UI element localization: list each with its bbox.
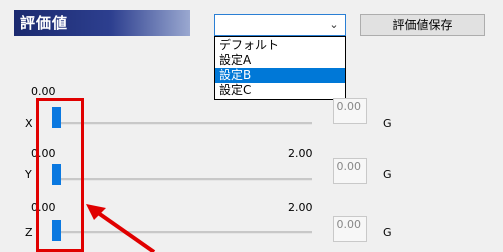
save-evaluation-button[interactable]: 評価値保存 xyxy=(360,14,485,36)
x-slider-track[interactable] xyxy=(52,122,312,125)
dropdown-option-setting-a[interactable]: 設定A xyxy=(215,53,345,68)
x-value-field[interactable]: 0.00 xyxy=(333,98,367,124)
x-axis-label: X xyxy=(25,117,33,130)
z-axis-label: Z xyxy=(25,226,33,239)
y-value-field[interactable]: 0.00 xyxy=(333,158,367,184)
y-slider-track[interactable] xyxy=(52,178,312,181)
x-unit-label: G xyxy=(383,117,392,130)
y-unit-label: G xyxy=(383,168,392,181)
dropdown-option-default[interactable]: デフォルト xyxy=(215,38,345,53)
z-value-field[interactable]: 0.00 xyxy=(333,216,367,242)
dropdown-option-setting-b[interactable]: 設定B xyxy=(215,68,345,83)
z-unit-label: G xyxy=(383,226,392,239)
y-axis-label: Y xyxy=(25,168,32,181)
annotation-arrow-icon xyxy=(86,204,156,252)
annotation-highlight-box xyxy=(36,98,84,252)
preset-dropdown[interactable]: ⌄ xyxy=(214,14,346,36)
z-max-label: 2.00 xyxy=(288,201,313,214)
dropdown-option-setting-c[interactable]: 設定C xyxy=(215,83,345,98)
dropdown-list: デフォルト 設定A 設定B 設定C xyxy=(214,36,346,100)
y-max-label: 2.00 xyxy=(288,147,313,160)
section-title: 評価値 xyxy=(20,14,69,32)
chevron-down-icon[interactable]: ⌄ xyxy=(326,18,342,32)
x-min-label: 0.00 xyxy=(31,85,56,98)
